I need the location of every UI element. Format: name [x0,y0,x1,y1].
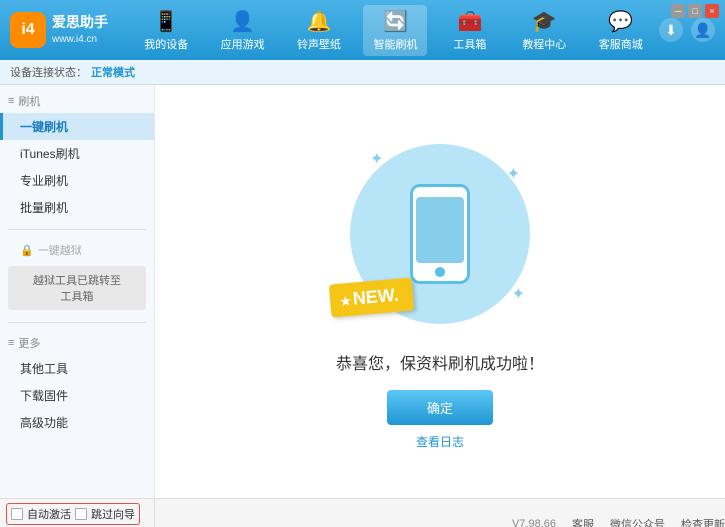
lock-icon: 🔒 [20,244,34,257]
nav-label-toolbox: 工具箱 [453,36,486,52]
logo-icon: i4 [10,12,46,48]
maximize-button[interactable]: □ [688,4,702,18]
sidebar-header-more: ≡ 更多 [0,331,154,355]
flash-group-label: 刷机 [18,93,40,109]
phone-body [410,184,470,284]
bottom-sidebar: 自动激活 跳过向导 📱 iPhone 15 Pro Max 512GB iPho… [0,499,155,527]
sidebar-item-itunes-flash[interactable]: iTunes刷机 [0,140,154,167]
sparkle-icon-3: ✦ [512,284,525,304]
nav-label-service: 客服商城 [599,36,643,52]
ringtone-icon: 🔔 [307,9,332,34]
sidebar-item-other-tools[interactable]: 其他工具 [0,355,154,382]
nav-tab-service[interactable]: 💬 客服商城 [589,5,653,56]
sparkle-icon-1: ✦ [370,149,383,169]
logo-text: 爱思助手 www.i4.cn [52,13,108,47]
sparkle-icon-2: ✦ [507,164,520,184]
sidebar-sep-1 [8,229,146,230]
sidebar-item-download-firmware[interactable]: 下载固件 [0,382,154,409]
version-label: V7.98.66 [512,518,556,527]
main-layout: ≡ 刷机 一键刷机 iTunes刷机 专业刷机 批量刷机 🔒 一键越狱 越狱工具… [0,85,725,498]
nav-label-apps: 应用游戏 [221,36,265,52]
flash-group-icon: ≡ [8,95,14,107]
header: i4 爱思助手 www.i4.cn 📱 我的设备 👤 应用游戏 🔔 铃声壁纸 🔄… [0,0,725,60]
bottom-status-bar: V7.98.66 客服 微信公众号 检查更新 [155,499,725,527]
content-area: NEW. ✦ ✦ ✦ 恭喜您，保资料刷机成功啦！ 确定 查看日志 [155,85,725,498]
nav-label-flash: 智能刷机 [373,36,417,52]
logo: i4 爱思助手 www.i4.cn [10,12,108,48]
phone-home-button [435,267,445,276]
nav-label-tutorial: 教程中心 [522,36,566,52]
guided-restore-checkbox[interactable] [75,508,87,520]
brand-name: 爱思助手 [52,13,108,33]
nav-tab-tutorial[interactable]: 🎓 教程中心 [512,5,576,56]
device-icon: 📱 [154,9,179,34]
sidebar-item-one-click-flash[interactable]: 一键刷机 [0,113,154,140]
jailbreak-note: 越狱工具已跳转至工具箱 [8,266,146,310]
view-log-link[interactable]: 查看日志 [416,433,464,450]
toolbox-icon: 🧰 [457,9,482,34]
sidebar-item-pro-flash[interactable]: 专业刷机 [0,167,154,194]
nav-tab-smart-flash[interactable]: 🔄 智能刷机 [363,5,427,56]
tutorial-icon: 🎓 [532,9,557,34]
status-value: 正常模式 [91,64,135,80]
sidebar-section-flash: ≡ 刷机 一键刷机 iTunes刷机 专业刷机 批量刷机 [0,85,154,225]
sidebar-item-advanced[interactable]: 高级功能 [0,409,154,436]
nav-label-my-device: 我的设备 [144,36,188,52]
sidebar: ≡ 刷机 一键刷机 iTunes刷机 专业刷机 批量刷机 🔒 一键越狱 越狱工具… [0,85,155,498]
window-controls: － □ × [671,4,719,18]
flash-icon: 🔄 [383,9,408,34]
account-button[interactable]: 👤 [691,18,715,42]
more-group-icon: ≡ [8,337,14,349]
header-right: ⬇ 👤 [659,18,715,42]
sidebar-item-batch-flash[interactable]: 批量刷机 [0,194,154,221]
guided-restore-label: 跳过向导 [91,506,135,522]
nav-tab-toolbox[interactable]: 🧰 工具箱 [440,5,500,56]
sidebar-section-jailbreak: 🔒 一键越狱 越狱工具已跳转至工具箱 [0,234,154,318]
status-bar: 设备连接状态： 正常模式 [0,60,725,85]
nav-tab-ringtone[interactable]: 🔔 铃声壁纸 [287,5,351,56]
sidebar-header-flash: ≡ 刷机 [0,89,154,113]
nav-tab-my-device[interactable]: 📱 我的设备 [134,5,198,56]
auto-activate-checkbox[interactable] [11,508,23,520]
nav-label-ringtone: 铃声壁纸 [297,36,341,52]
check-update-link[interactable]: 检查更新 [681,516,725,527]
auto-activate-area: 自动激活 跳过向导 [6,503,140,525]
phone-screen [416,197,464,264]
more-group-label: 更多 [18,335,40,351]
confirm-button[interactable]: 确定 [387,390,493,425]
nav-tabs: 📱 我的设备 👤 应用游戏 🔔 铃声壁纸 🔄 智能刷机 🧰 工具箱 🎓 [128,5,659,56]
brand-url: www.i4.cn [52,33,108,47]
sidebar-sep-2 [8,322,146,323]
apps-icon: 👤 [230,9,255,34]
client-link[interactable]: 客服 [572,516,594,527]
auto-activate-label: 自动激活 [27,506,71,522]
status-label: 设备连接状态： [10,64,87,80]
phone-illustration: NEW. ✦ ✦ ✦ [340,134,540,334]
service-icon: 💬 [608,9,633,34]
minimize-button[interactable]: － [671,4,685,18]
bottom-area: 自动激活 跳过向导 📱 iPhone 15 Pro Max 512GB iPho… [0,498,725,527]
download-button[interactable]: ⬇ [659,18,683,42]
new-badge: NEW. [329,277,414,317]
sidebar-header-jailbreak: 🔒 一键越狱 [0,238,154,262]
wechat-link[interactable]: 微信公众号 [610,516,665,527]
jailbreak-label: 一键越狱 [38,242,82,258]
sidebar-section-more: ≡ 更多 其他工具 下载固件 高级功能 [0,327,154,440]
close-button[interactable]: × [705,4,719,18]
success-message: 恭喜您，保资料刷机成功啦！ [336,350,544,374]
nav-tab-apps-games[interactable]: 👤 应用游戏 [211,5,275,56]
